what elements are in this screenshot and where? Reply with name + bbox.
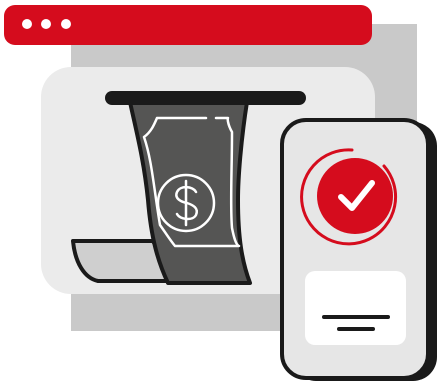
window-dot-1 xyxy=(22,19,32,29)
atm-mobile-payment-illustration xyxy=(0,0,437,382)
confirmation-card xyxy=(305,271,406,345)
cash-slot xyxy=(105,91,306,105)
window-title-bar xyxy=(4,5,372,45)
window-dot-2 xyxy=(41,19,51,29)
illustration-svg xyxy=(4,5,437,381)
window-dot-3 xyxy=(61,19,71,29)
